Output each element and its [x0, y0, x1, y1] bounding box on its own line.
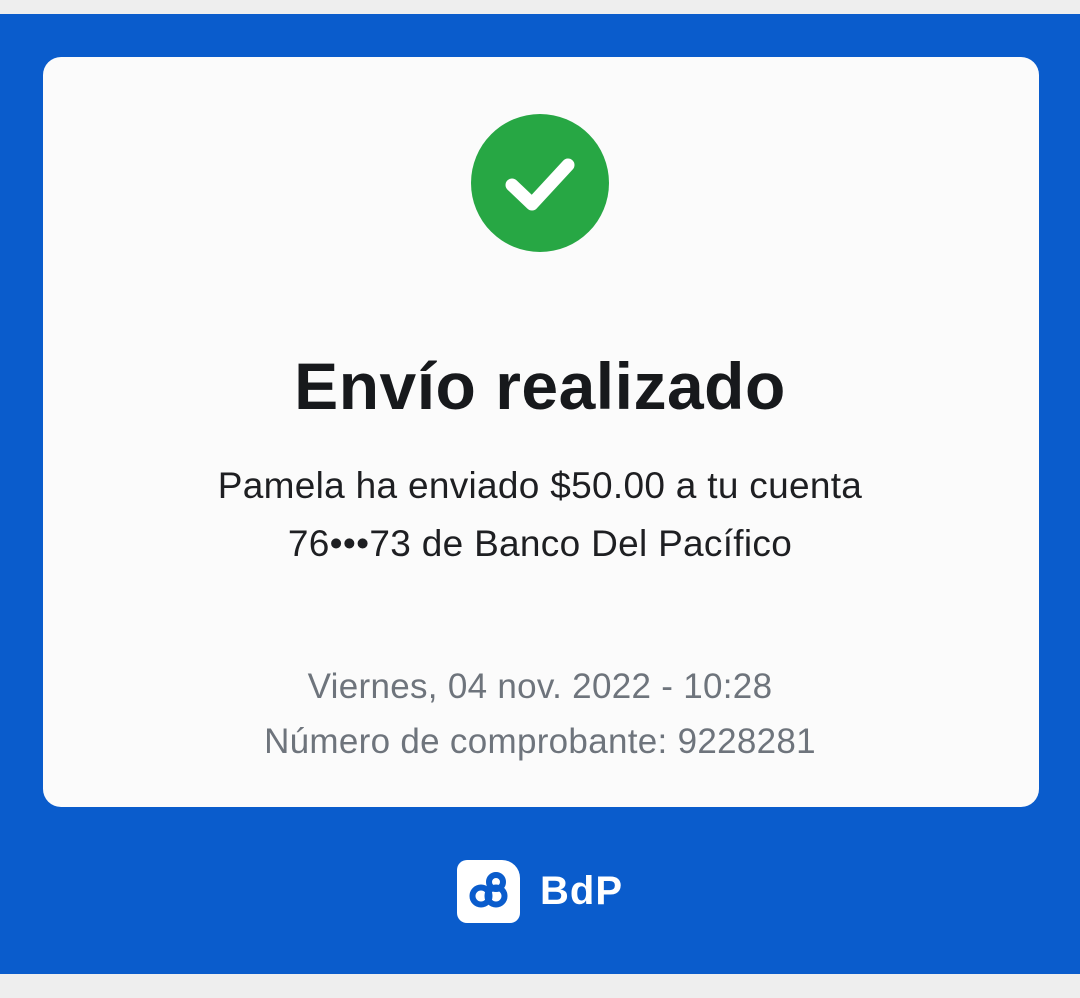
transaction-date: Viernes, 04 nov. 2022 - 10:28	[307, 667, 773, 706]
success-badge	[471, 114, 609, 252]
receipt-number: Número de comprobante: 9228281	[264, 722, 816, 761]
bdp-logo-icon	[457, 859, 520, 923]
brand-footer: BdP	[457, 859, 623, 923]
check-icon	[505, 158, 575, 211]
brand-name: BdP	[540, 868, 623, 913]
transfer-message-line1: Pamela ha enviado $50.00 a tu cuenta	[217, 465, 863, 506]
page-title: Envío realizado	[294, 349, 786, 423]
transfer-message-line2: 76•••73 de Banco Del Pacífico	[287, 523, 793, 564]
